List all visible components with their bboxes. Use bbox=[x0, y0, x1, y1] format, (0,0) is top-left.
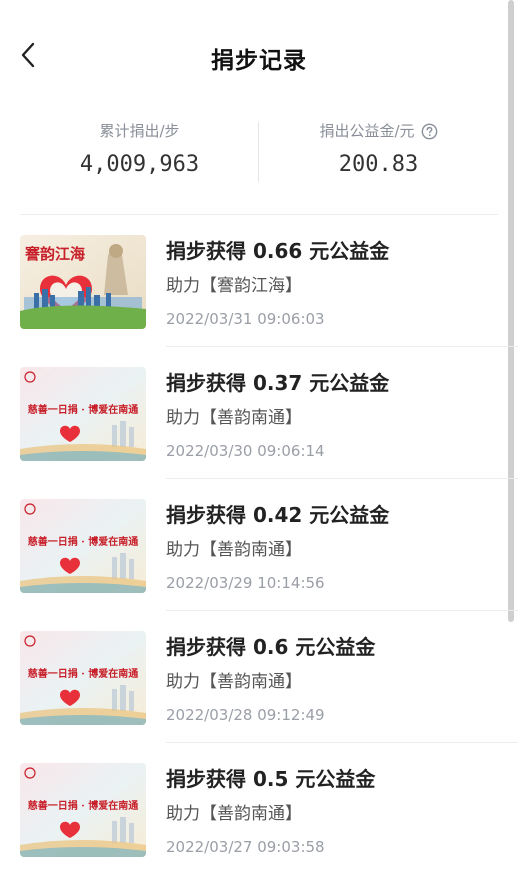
shanyun-poster-image: 慈善一日捐 · 博爱在南通 bbox=[20, 367, 146, 461]
record-title: 捐步获得 0.5 元公益金 bbox=[166, 767, 376, 791]
jianyun-poster-caption: 謇韵江海 bbox=[25, 245, 85, 263]
total-steps-value: 4,009,963 bbox=[79, 152, 200, 177]
record-title: 捐步获得 0.6 元公益金 bbox=[166, 635, 376, 659]
record-title: 捐步获得 0.37 元公益金 bbox=[166, 371, 390, 395]
shanyun-poster-image: 慈善一日捐 · 博爱在南通 bbox=[20, 763, 146, 857]
shanyun-poster-caption: 慈善一日捐 · 博爱在南通 bbox=[28, 799, 138, 812]
project-thumbnail: 慈善一日捐 · 博爱在南通 bbox=[20, 367, 146, 461]
record-time: 2022/03/31 09:06:03 bbox=[166, 310, 325, 328]
total-steps-stat: 累计捐出/步 4,009,963 bbox=[20, 118, 259, 177]
total-money-stat: 捐出公益金/元 200.83 bbox=[259, 118, 498, 177]
record-item[interactable]: 慈善一日捐 · 博爱在南通 捐步获得 0.42 元公益金 助力【善韵南通】 20… bbox=[0, 479, 518, 611]
record-item[interactable]: 慈善一日捐 · 博爱在南通 捐步获得 0.37 元公益金 助力【善韵南通】 20… bbox=[0, 347, 518, 479]
shanyun-poster-caption: 慈善一日捐 · 博爱在南通 bbox=[28, 667, 138, 680]
stats-panel: 累计捐出/步 4,009,963 捐出公益金/元 200.83 bbox=[20, 118, 498, 188]
total-steps-label: 累计捐出/步 bbox=[99, 122, 180, 140]
record-item[interactable]: 謇韵江海 捐步获得 0.66 元公益金 助力【謇韵江海】 2022/03/31 … bbox=[0, 215, 518, 347]
jianyun-poster-image: 謇韵江海 bbox=[20, 235, 146, 329]
total-money-value: 200.83 bbox=[338, 152, 419, 177]
record-project: 助力【善韵南通】 bbox=[166, 540, 302, 560]
record-item[interactable]: 慈善一日捐 · 博爱在南通 捐步获得 0.6 元公益金 助力【善韵南通】 202… bbox=[0, 611, 518, 743]
page-title: 捐步记录 bbox=[211, 48, 307, 74]
record-project: 助力【善韵南通】 bbox=[166, 804, 302, 824]
record-time: 2022/03/28 09:12:49 bbox=[166, 706, 325, 724]
shanyun-poster-image: 慈善一日捐 · 博爱在南通 bbox=[20, 499, 146, 593]
shanyun-poster-image: 慈善一日捐 · 博爱在南通 bbox=[20, 631, 146, 725]
question-circle-icon[interactable] bbox=[421, 123, 438, 140]
project-thumbnail: 慈善一日捐 · 博爱在南通 bbox=[20, 763, 146, 857]
page-header: 捐步记录 bbox=[0, 0, 518, 112]
record-project: 助力【善韵南通】 bbox=[166, 672, 302, 692]
record-time: 2022/03/29 10:14:56 bbox=[166, 574, 325, 592]
total-money-label: 捐出公益金/元 bbox=[319, 122, 415, 140]
record-title: 捐步获得 0.42 元公益金 bbox=[166, 503, 390, 527]
donation-record-list: 謇韵江海 捐步获得 0.66 元公益金 助力【謇韵江海】 2022/03/31 … bbox=[0, 215, 518, 875]
record-project: 助力【謇韵江海】 bbox=[166, 276, 302, 296]
project-thumbnail: 慈善一日捐 · 博爱在南通 bbox=[20, 499, 146, 593]
record-time: 2022/03/30 09:06:14 bbox=[166, 442, 325, 460]
total-money-label-wrap: 捐出公益金/元 bbox=[319, 118, 437, 144]
record-title: 捐步获得 0.66 元公益金 bbox=[166, 239, 390, 263]
record-item[interactable]: 慈善一日捐 · 博爱在南通 捐步获得 0.5 元公益金 助力【善韵南通】 202… bbox=[0, 743, 518, 875]
shanyun-poster-caption: 慈善一日捐 · 博爱在南通 bbox=[28, 535, 138, 548]
shanyun-poster-caption: 慈善一日捐 · 博爱在南通 bbox=[28, 403, 138, 416]
project-thumbnail: 謇韵江海 bbox=[20, 235, 146, 329]
record-time: 2022/03/27 09:03:58 bbox=[166, 838, 325, 856]
project-thumbnail: 慈善一日捐 · 博爱在南通 bbox=[20, 631, 146, 725]
record-project: 助力【善韵南通】 bbox=[166, 408, 302, 428]
